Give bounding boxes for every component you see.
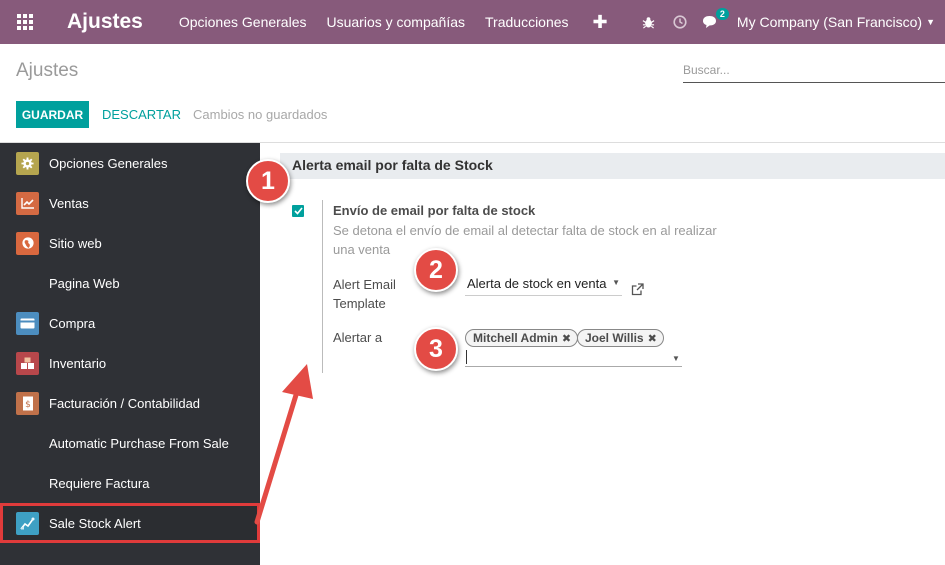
- menu-opciones-generales[interactable]: Opciones Generales: [179, 14, 307, 30]
- setting-divider: [322, 200, 323, 373]
- sidebar-item-requiere-factura[interactable]: Requiere Factura: [0, 463, 260, 503]
- setting-description: Se detona el envío de email al detectar …: [333, 223, 717, 257]
- menu-usuarios-companias[interactable]: Usuarios y compañías: [327, 14, 466, 30]
- settings-sidebar: Opciones Generales Ventas Sitio web Pagi…: [0, 143, 260, 565]
- sidebar-item-facturacion[interactable]: $ Facturación / Contabilidad: [0, 383, 260, 423]
- tag-mitchell-admin: Mitchell Admin ✖: [465, 329, 579, 347]
- sidebar-item-ventas[interactable]: Ventas: [0, 183, 260, 223]
- sidebar-item-pagina-web[interactable]: Pagina Web: [0, 263, 260, 303]
- stock-alert-icon: [16, 511, 39, 535]
- text-cursor: [466, 350, 467, 364]
- alert-to-label: Alertar a: [333, 330, 383, 345]
- sidebar-item-label: Sitio web: [49, 235, 102, 251]
- chevron-down-icon[interactable]: ▼: [926, 17, 935, 27]
- page-title: Ajustes: [16, 60, 79, 81]
- activity-clock-icon[interactable]: [673, 15, 687, 29]
- sidebar-item-label: Ventas: [49, 195, 89, 211]
- alert-recipients-input[interactable]: [465, 349, 682, 367]
- discard-button[interactable]: DESCARTAR: [102, 107, 181, 122]
- sidebar-item-inventario[interactable]: Inventario: [0, 343, 260, 383]
- sidebar-item-label: Compra: [49, 315, 96, 331]
- annotation-circle-1: 1: [246, 159, 290, 203]
- messages-icon[interactable]: 2: [702, 8, 729, 29]
- credit-card-icon: [16, 311, 39, 335]
- app-title: Ajustes: [67, 10, 143, 33]
- close-icon[interactable]: ✖: [562, 333, 571, 345]
- external-link-icon[interactable]: [631, 283, 644, 299]
- gear-icon: [16, 151, 39, 175]
- close-icon[interactable]: ✖: [648, 333, 657, 345]
- chevron-down-icon: ▼: [612, 278, 620, 287]
- globe-icon: [16, 231, 39, 255]
- setting-title: Envío de email por falta de stock: [333, 203, 536, 218]
- stock-alert-checkbox[interactable]: [292, 205, 304, 217]
- template-label: Alert Email Template: [333, 277, 396, 311]
- top-navbar: Ajustes Opciones Generales Usuarios y co…: [0, 0, 945, 44]
- messages-count-badge: 2: [715, 8, 729, 20]
- checkmark-icon: [293, 207, 303, 215]
- template-select-value: Alerta de stock en venta: [467, 276, 607, 291]
- sidebar-item-label: Inventario: [49, 355, 107, 371]
- apps-grid-icon: [17, 14, 33, 30]
- debug-bug-icon[interactable]: [642, 16, 655, 29]
- apps-menu-button[interactable]: [0, 0, 50, 44]
- sidebar-item-automatic-purchase[interactable]: Automatic Purchase From Sale: [0, 423, 260, 463]
- boxes-icon: [16, 351, 39, 375]
- sidebar-item-label: Requiere Factura: [49, 475, 150, 491]
- template-select[interactable]: Alerta de stock en venta ▼: [465, 276, 622, 296]
- chevron-down-icon[interactable]: ▼: [672, 354, 680, 363]
- sidebar-item-label: Automatic Purchase From Sale: [49, 435, 229, 451]
- sidebar-item-sale-stock-alert[interactable]: Sale Stock Alert: [0, 503, 260, 543]
- save-button[interactable]: GUARDAR: [16, 101, 89, 128]
- tag-label: Mitchell Admin: [473, 331, 558, 345]
- sidebar-item-sitio-web[interactable]: Sitio web: [0, 223, 260, 263]
- company-switcher[interactable]: My Company (San Francisco): [737, 14, 922, 30]
- invoice-icon: $: [16, 391, 39, 415]
- sidebar-item-opciones-generales[interactable]: Opciones Generales: [0, 143, 260, 183]
- sidebar-item-compra[interactable]: Compra: [0, 303, 260, 343]
- unsaved-changes-label: Cambios no guardados: [193, 107, 328, 122]
- tag-joel-willis: Joel Willis ✖: [577, 329, 664, 347]
- sidebar-item-label: Opciones Generales: [49, 155, 168, 171]
- sidebar-item-label: Pagina Web: [49, 275, 120, 291]
- plus-icon[interactable]: ✚: [593, 12, 608, 33]
- sidebar-item-label: Facturación / Contabilidad: [49, 395, 201, 411]
- tag-label: Joel Willis: [585, 331, 644, 345]
- annotation-circle-2: 2: [414, 248, 458, 292]
- search-input[interactable]: Buscar...: [683, 62, 945, 83]
- sales-chart-icon: [16, 191, 39, 215]
- svg-text:$: $: [25, 400, 31, 410]
- annotation-circle-3: 3: [414, 327, 458, 371]
- control-panel: Ajustes Buscar... GUARDAR DESCARTAR Camb…: [0, 44, 945, 143]
- sidebar-item-label: Sale Stock Alert: [49, 515, 141, 531]
- menu-traducciones[interactable]: Traducciones: [485, 14, 569, 30]
- section-title: Alerta email por falta de Stock: [280, 153, 945, 179]
